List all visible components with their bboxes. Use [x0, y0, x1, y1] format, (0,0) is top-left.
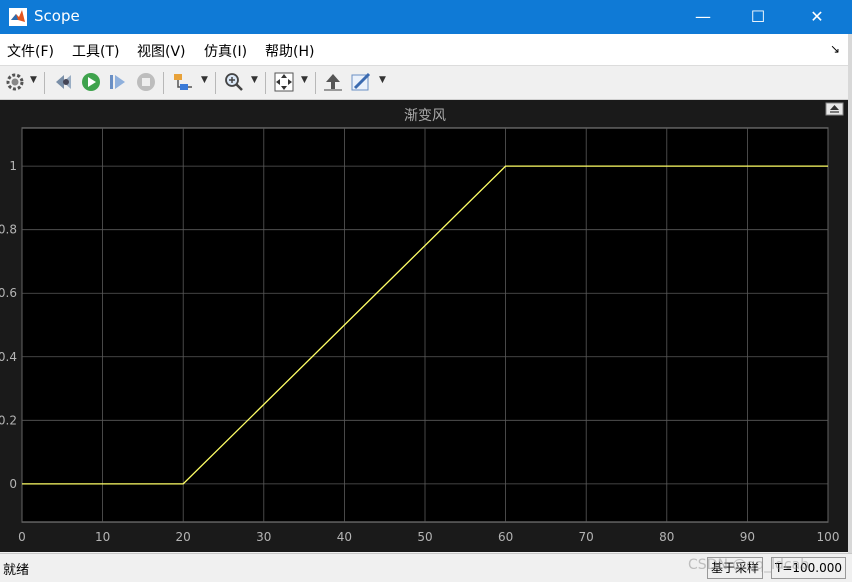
restore-icon[interactable]	[321, 71, 345, 93]
y-tick-label: 0.4	[0, 350, 17, 364]
menu-view[interactable]: 视图(V)	[137, 41, 186, 61]
autoscale-icon[interactable]	[272, 71, 296, 93]
x-tick-label: 30	[256, 530, 271, 544]
toolbar: ▼ ▼ ▼ ▼ ▼	[0, 66, 852, 100]
x-tick-label: 0	[18, 530, 26, 544]
title-bar: Scope — ☐ ✕	[0, 0, 852, 34]
x-tick-label: 20	[176, 530, 191, 544]
menu-bar: 文件(F) 工具(T) 视图(V) 仿真(I) 帮助(H) ↘	[0, 34, 852, 66]
style-icon[interactable]	[349, 71, 373, 93]
toolbar-separator	[265, 72, 266, 94]
y-tick-label: 0.6	[0, 286, 17, 300]
status-text: 就绪	[3, 563, 30, 578]
matlab-logo-icon	[9, 8, 27, 26]
toolbar-separator	[163, 72, 164, 94]
vertical-scrollbar[interactable]	[848, 34, 852, 554]
menu-dock-arrow-icon[interactable]: ↘	[830, 42, 840, 56]
x-tick-label: 60	[498, 530, 513, 544]
chart-title: 渐变风	[404, 108, 446, 124]
menu-file[interactable]: 文件(F)	[7, 41, 54, 61]
scope-plot-panel: 渐变风 0 10 20 30 40 50 60 70 80 90 100 0 0.2 0.4 0.6 0.8…	[0, 100, 848, 552]
close-button[interactable]: ✕	[794, 0, 840, 34]
gear-icon[interactable]	[3, 71, 27, 93]
signal-dropdown-icon[interactable]: ▼	[201, 75, 208, 85]
x-tick-labels: 0 10 20 30 40 50 60 70 80 90 100	[18, 530, 839, 544]
y-tick-label: 0.2	[0, 413, 17, 427]
x-tick-label: 50	[417, 530, 432, 544]
toolbar-separator	[215, 72, 216, 94]
x-tick-label: 100	[817, 530, 840, 544]
x-tick-label: 40	[337, 530, 352, 544]
x-tick-label: 90	[740, 530, 755, 544]
step-forward-icon[interactable]	[106, 71, 130, 93]
run-icon[interactable]	[79, 71, 103, 93]
signal-icon[interactable]	[171, 71, 195, 93]
toolbar-separator	[44, 72, 45, 94]
style-dropdown-icon[interactable]: ▼	[379, 75, 386, 85]
y-tick-label: 1	[9, 159, 17, 173]
y-tick-label: 0	[9, 477, 17, 491]
toolbar-separator	[315, 72, 316, 94]
scope-chart: 渐变风 0 10 20 30 40 50 60 70 80 90 100 0 0.2 0.4 0.6 0.8…	[0, 102, 844, 544]
x-tick-label: 70	[579, 530, 594, 544]
autoscale-dropdown-icon[interactable]: ▼	[301, 75, 308, 85]
settings-dropdown-icon[interactable]: ▼	[30, 75, 37, 85]
menu-tools[interactable]: 工具(T)	[72, 41, 119, 61]
window-title: Scope	[34, 7, 80, 25]
stop-icon[interactable]	[134, 71, 158, 93]
zoom-dropdown-icon[interactable]: ▼	[251, 75, 258, 85]
x-tick-label: 80	[659, 530, 674, 544]
y-tick-label: 0.8	[0, 223, 17, 237]
menu-help[interactable]: 帮助(H)	[265, 41, 314, 61]
minimize-button[interactable]: —	[680, 0, 726, 34]
y-tick-labels: 0 0.2 0.4 0.6 0.8 1	[0, 159, 17, 491]
step-back-icon[interactable]	[52, 71, 76, 93]
maximize-button[interactable]: ☐	[735, 0, 781, 34]
watermark: CSDN @qq_ldcab	[688, 557, 810, 573]
x-tick-label: 10	[95, 530, 110, 544]
menu-simulation[interactable]: 仿真(I)	[204, 41, 247, 61]
zoom-icon[interactable]	[222, 71, 246, 93]
